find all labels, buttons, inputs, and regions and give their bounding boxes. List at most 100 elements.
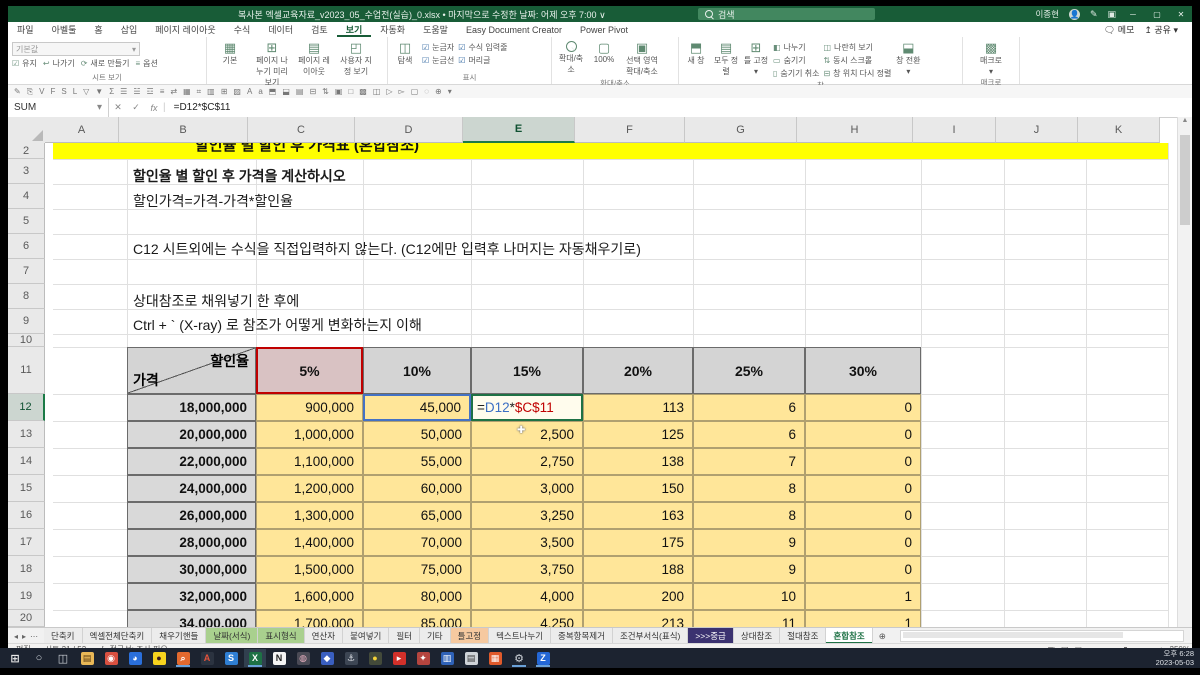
value-cell[interactable]: 11 [693, 610, 805, 627]
insert-function-button[interactable]: fx [145, 103, 163, 113]
row-header-16[interactable]: 16 [8, 502, 45, 529]
printer-icon[interactable]: ▤ [460, 649, 482, 667]
menu-tab-자동화[interactable]: 자동화 [371, 22, 414, 37]
qat-icon[interactable]: ▢ [411, 85, 419, 98]
row-header-9[interactable]: 9 [8, 309, 45, 334]
value-cell[interactable]: 7 [693, 448, 805, 475]
menu-tab-삽입[interactable]: 삽입 [112, 22, 147, 37]
sheet-tab->>>중급[interactable]: >>>중급 [688, 628, 734, 644]
referenced-cell-d12[interactable]: 45,000 [363, 394, 471, 421]
row-header-6[interactable]: 6 [8, 234, 45, 259]
sheet-nav-more-icon[interactable]: ⋯ [30, 632, 38, 641]
value-cell[interactable]: 9 [693, 556, 805, 583]
value-cell[interactable]: 2,750 [471, 448, 583, 475]
qat-icon[interactable]: ▼ [95, 85, 103, 98]
qat-icon[interactable]: ▷ [386, 85, 392, 98]
qat-icon[interactable]: ☱ [133, 85, 140, 98]
qat-icon[interactable]: ▥ [207, 85, 215, 98]
row-header-14[interactable]: 14 [8, 448, 45, 475]
sheet-grid[interactable]: 할인율 별 할인 후 가격표 (혼합참조) 할인율 별 할인 후 가격을 계산하… [45, 143, 1170, 627]
value-cell[interactable]: 55,000 [363, 448, 471, 475]
sheet-tab-상대참조[interactable]: 상대참조 [734, 628, 780, 644]
value-cell[interactable]: 75,000 [363, 556, 471, 583]
sheet-tab-붙여넣기[interactable]: 붙여넣기 [343, 628, 389, 644]
horizontal-scroll-thumb[interactable] [903, 632, 1123, 638]
value-cell[interactable]: 113 [583, 394, 693, 421]
cell-note-b4[interactable]: 할인가격=가격-가격*할인율 [133, 191, 293, 211]
cell-note-b6[interactable]: C12 시트외에는 수식을 직접입력하지 않는다. (C12에만 입력후 나머지… [133, 239, 641, 259]
menu-tab-Power Pivot[interactable]: Power Pivot [571, 22, 637, 37]
qat-icon[interactable]: □ [348, 85, 353, 98]
value-cell[interactable]: 1,400,000 [256, 529, 363, 556]
value-cell[interactable]: 3,000 [471, 475, 583, 502]
row-header-2[interactable]: 2 [8, 143, 45, 159]
qat-icon[interactable]: ⇅ [322, 85, 329, 98]
switch-windows-button[interactable]: ⬓창 전환 ▾ [895, 39, 921, 76]
normal-view-button[interactable]: ▦기본 [211, 39, 249, 66]
cell-note-b8[interactable]: 상대참조로 채워넣기 한 후에 [133, 291, 299, 311]
column-header-E[interactable]: E [463, 117, 575, 143]
app-orange-icon[interactable]: ▦ [484, 649, 506, 667]
value-cell[interactable]: 1,200,000 [256, 475, 363, 502]
share-button[interactable]: ↥ 공유 ▾ [1144, 23, 1178, 36]
settings-gear-icon[interactable]: ⚙ [508, 649, 530, 667]
name-box[interactable]: SUM▾ [8, 98, 109, 117]
price-cell[interactable]: 24,000,000 [127, 475, 256, 502]
app-a-icon[interactable]: A [196, 649, 218, 667]
chrome-icon[interactable]: ◉ [100, 649, 122, 667]
menu-tab-검토[interactable]: 검토 [302, 22, 337, 37]
qat-icon[interactable]: ▾ [448, 85, 452, 98]
app-brain-icon[interactable]: ◍ [292, 649, 314, 667]
reset-window-position-button[interactable]: ⊟창 위치 다시 정렬 [823, 68, 891, 79]
headings-checkbox[interactable]: ☑머리글 [458, 55, 507, 66]
synchronous-scrolling-button[interactable]: ⇅동시 스크롤 [823, 55, 891, 66]
formula-input[interactable]: =D12*$C$11 [166, 102, 231, 113]
column-header-C[interactable]: C [248, 117, 355, 143]
menu-tab-도움말[interactable]: 도움말 [414, 22, 457, 37]
value-cell[interactable]: 4,250 [471, 610, 583, 627]
rate-header-15%[interactable]: 15% [471, 347, 583, 394]
value-cell[interactable]: 3,250 [471, 502, 583, 529]
enter-entry-button[interactable]: ✓ [127, 102, 145, 113]
price-cell[interactable]: 22,000,000 [127, 448, 256, 475]
qat-icon[interactable]: V [39, 85, 44, 98]
zoom-100-button[interactable]: ▢100% [590, 39, 618, 64]
windows-start-icon[interactable]: ⊞ [4, 649, 26, 667]
menu-tab-파일[interactable]: 파일 [8, 22, 43, 37]
app-cube-icon[interactable]: ◆ [316, 649, 338, 667]
value-cell[interactable]: 188 [583, 556, 693, 583]
rate-header-5%[interactable]: 5% [256, 347, 363, 394]
value-cell[interactable]: 0 [805, 475, 921, 502]
sheet-tab-조건부서식(표식)[interactable]: 조건부서식(표식) [613, 628, 688, 644]
value-cell[interactable]: 175 [583, 529, 693, 556]
value-cell[interactable]: 163 [583, 502, 693, 529]
options-button[interactable]: ≡옵션 [135, 58, 157, 69]
ruler-checkbox[interactable]: ☑눈금자 [422, 42, 454, 53]
value-cell[interactable]: 85,000 [363, 610, 471, 627]
value-cell[interactable]: 4,000 [471, 583, 583, 610]
value-cell[interactable]: 6 [693, 394, 805, 421]
sheet-tab-텍스트나누기[interactable]: 텍스트나누기 [489, 628, 551, 644]
price-cell[interactable]: 34,000,000 [127, 610, 256, 627]
sheet-view-dropdown[interactable]: 기본값▾ [12, 42, 140, 56]
qat-icon[interactable]: ≡ [160, 85, 165, 98]
value-cell[interactable]: 60,000 [363, 475, 471, 502]
page-break-preview-button[interactable]: ⊞페이지 나누기 미리 보기 [253, 39, 291, 88]
maximize-button[interactable]: ▢ [1150, 10, 1164, 19]
keep-button[interactable]: ☑유지 [12, 58, 37, 69]
value-cell[interactable]: 9 [693, 529, 805, 556]
value-cell[interactable]: 3,750 [471, 556, 583, 583]
price-cell[interactable]: 28,000,000 [127, 529, 256, 556]
pen-icon[interactable]: ✎ [1090, 9, 1098, 20]
vertical-scrollbar[interactable]: ▲ [1177, 117, 1192, 627]
value-cell[interactable]: 125 [583, 421, 693, 448]
value-cell[interactable]: 1,500,000 [256, 556, 363, 583]
row-header-18[interactable]: 18 [8, 556, 45, 583]
page-layout-button[interactable]: ▤페이지 레이아웃 [295, 39, 333, 77]
value-cell[interactable]: 200 [583, 583, 693, 610]
app-bulb-icon[interactable]: ● [364, 649, 386, 667]
avatar[interactable]: 👤 [1069, 9, 1080, 20]
menu-tab-페이지 레이아웃[interactable]: 페이지 레이아웃 [146, 22, 224, 37]
app-blue-icon[interactable]: ▥ [436, 649, 458, 667]
value-cell[interactable]: 0 [805, 556, 921, 583]
